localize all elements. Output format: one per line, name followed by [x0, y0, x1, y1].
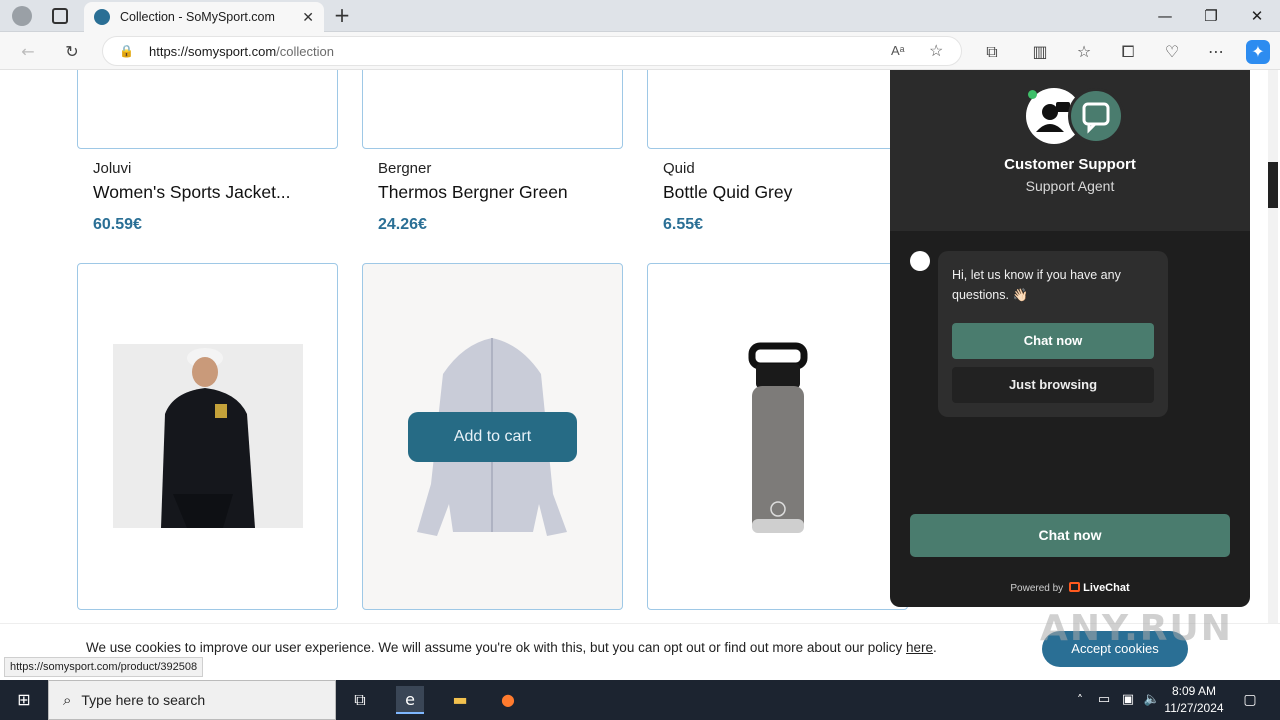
page-scrollbar[interactable]	[1268, 70, 1278, 680]
chat-title: Customer Support	[1004, 156, 1136, 173]
minimize-icon[interactable]: —	[1142, 0, 1188, 32]
product-name[interactable]: Women's Sports Jacket...	[93, 182, 291, 203]
product-card[interactable]	[77, 263, 338, 610]
bottle-illustration	[748, 342, 808, 533]
restore-icon[interactable]: ❐	[1188, 0, 1234, 32]
cookie-text: We use cookies to improve our user exper…	[86, 640, 937, 655]
taskbar-search-box[interactable]: ⌕ Type here to search	[48, 680, 336, 720]
chat-bubble-icon	[1068, 88, 1124, 144]
chat-message-bubble: Hi, let us know if you have any question…	[938, 251, 1168, 417]
taskbar-clock[interactable]: 8:09 AM 11/27/2024	[1160, 683, 1228, 717]
favorite-star-icon[interactable]: ☆	[929, 41, 943, 61]
scrollbar-thumb[interactable]	[1268, 162, 1278, 208]
product-name[interactable]: Thermos Bergner Green	[378, 182, 568, 203]
product-card[interactable]	[647, 263, 908, 610]
powered-by-footer[interactable]: Powered by LiveChat	[890, 582, 1250, 594]
hoodie-model-illustration	[113, 344, 303, 528]
favorites-icon[interactable]: ☆	[1072, 40, 1096, 64]
split-screen-icon[interactable]: ▥	[1028, 40, 1052, 64]
more-menu-icon[interactable]: ⋯	[1204, 40, 1228, 64]
taskbar-search-placeholder: Type here to search	[81, 692, 206, 708]
url-path: /collection	[276, 43, 334, 59]
just-browsing-button[interactable]: Just browsing	[952, 367, 1154, 403]
status-bar-url: https://somysport.com/product/392508	[4, 657, 204, 677]
product-brand: Joluvi	[93, 160, 132, 177]
product-card-image[interactable]	[647, 70, 908, 149]
livechat-logo-icon	[1069, 582, 1081, 592]
page-content: Joluvi Women's Sports Jacket... 60.59€ B…	[0, 70, 1280, 680]
tab-actions-icon[interactable]	[52, 8, 68, 24]
url-field[interactable]: 🔒 https://somysport.com/collection Aᵃ ☆	[102, 36, 962, 66]
product-image[interactable]	[113, 344, 303, 528]
windows-start-icon[interactable]: ⊞	[10, 686, 38, 714]
refresh-icon[interactable]: ↻	[60, 40, 84, 64]
product-card-image[interactable]	[77, 70, 338, 149]
copilot-icon[interactable]: ✦	[1246, 40, 1270, 64]
extensions-icon[interactable]: ⧉	[980, 40, 1004, 64]
chat-header: Customer Support Support Agent	[890, 70, 1250, 231]
collections-icon[interactable]: ⧠	[1116, 40, 1140, 64]
product-card-image[interactable]	[362, 70, 623, 149]
file-explorer-icon[interactable]: ▬	[446, 686, 474, 714]
site-favicon-icon	[94, 9, 110, 25]
address-bar-row: ← ↻ 🔒 https://somysport.com/collection A…	[0, 32, 1280, 70]
url-host: https://somysport.com	[149, 43, 277, 59]
product-price: 60.59€	[93, 216, 142, 233]
clock-time: 8:09 AM	[1171, 684, 1217, 698]
lock-icon[interactable]: 🔒	[119, 44, 134, 58]
online-status-dot	[1028, 90, 1037, 99]
watermark-text: ANY.RUN	[1040, 608, 1233, 649]
powered-by-label: Powered by	[1010, 583, 1064, 594]
search-icon: ⌕	[63, 691, 72, 709]
read-aloud-icon[interactable]: Aᵃ	[891, 43, 905, 58]
active-tab[interactable]: Collection - SoMySport.com ✕	[84, 2, 324, 32]
browser-tab-bar: Collection - SoMySport.com ✕ + — ❐ ✕	[0, 0, 1280, 32]
product-price: 6.55€	[663, 216, 704, 233]
product-brand: Quid	[663, 160, 695, 177]
cookie-message: We use cookies to improve our user exper…	[86, 640, 906, 655]
powered-by-brand: LiveChat	[1083, 582, 1130, 594]
windows-taskbar: ⊞ ⌕ Type here to search ⧉ e ▬ ● ˄ ▭ ▣ 🔈 …	[0, 680, 1280, 720]
start-chat-button[interactable]: Chat now	[910, 514, 1230, 557]
clock-date: 11/27/2024	[1164, 701, 1224, 715]
product-brand: Bergner	[378, 160, 432, 177]
product-name[interactable]: Bottle Quid Grey	[663, 182, 792, 203]
edge-taskbar-icon[interactable]: e	[396, 686, 424, 714]
message-avatar-icon	[910, 251, 930, 271]
new-tab-icon[interactable]: +	[330, 4, 354, 28]
chat-now-button[interactable]: Chat now	[952, 323, 1154, 359]
profile-icon[interactable]	[12, 6, 32, 26]
cookie-policy-link[interactable]: here	[906, 640, 933, 655]
firefox-icon[interactable]: ●	[494, 686, 522, 714]
back-icon[interactable]: ←	[16, 40, 40, 64]
tab-title: Collection - SoMySport.com	[120, 10, 275, 24]
task-view-icon[interactable]: ⧉	[346, 686, 374, 714]
close-window-icon[interactable]: ✕	[1234, 0, 1280, 32]
product-price: 24.26€	[378, 216, 427, 233]
add-to-cart-button[interactable]: Add to cart	[408, 412, 577, 462]
chat-subtitle: Support Agent	[1025, 178, 1115, 194]
livechat-widget: Customer Support Support Agent Hi, let u…	[890, 70, 1250, 607]
browser-essentials-icon[interactable]: ♡	[1160, 40, 1184, 64]
chat-message: Hi, let us know if you have any question…	[952, 268, 1121, 302]
close-tab-icon[interactable]: ✕	[302, 9, 314, 26]
notifications-icon[interactable]: ▢	[1236, 686, 1264, 714]
